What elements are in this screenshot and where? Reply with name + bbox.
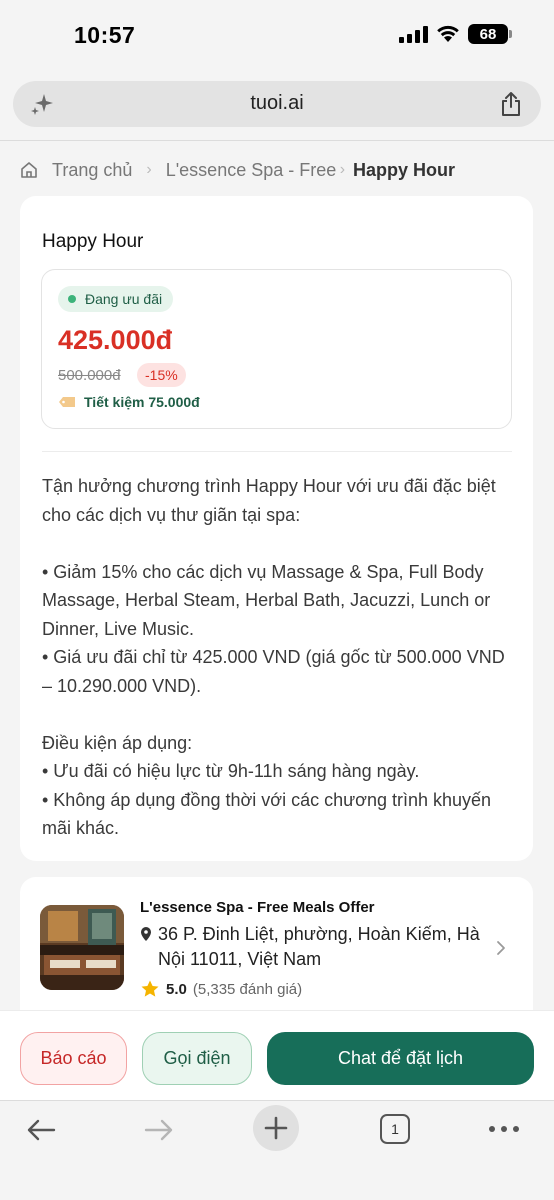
offer-card: Happy Hour Đang ưu đãi 425.000đ 500.000đ… [20,196,533,861]
report-button[interactable]: Báo cáo [20,1032,127,1085]
status-badge-label: Đang ưu đãi [85,291,163,307]
breadcrumb-home[interactable]: Trang chủ [52,160,132,181]
new-tab-button[interactable] [253,1105,299,1151]
url-bar[interactable]: tuoi.ai [13,81,541,127]
savings-text: Tiết kiệm 75.000đ [84,394,200,410]
discount-badge: -15% [137,363,186,387]
tabs-icon[interactable]: 1 [380,1114,410,1144]
status-dot-icon [68,295,76,303]
divider [42,451,512,452]
signal-icon [399,25,428,43]
venue-card[interactable]: L'essence Spa - Free Meals Offer 36 P. Đ… [20,877,533,1012]
divider [0,140,554,141]
chevron-right-icon[interactable] [495,939,507,957]
offer-description: Tận hưởng chương trình Happy Hour với ưu… [42,472,517,843]
pin-icon [141,927,151,941]
savings-row: Tiết kiệm 75.000đ [58,394,200,410]
venue-thumbnail [40,905,124,990]
original-price: 500.000đ [58,367,121,384]
breadcrumb: Trang chủ › L'essence Spa - Free Meals O… [20,157,540,183]
new-tab-icon [264,1116,288,1140]
breadcrumb-current: Happy Hour [353,159,456,180]
url-text[interactable]: tuoi.ai [13,92,541,115]
current-price: 425.000đ [58,325,173,355]
breadcrumb-separator: › [339,161,346,178]
wifi-icon [437,25,459,42]
forward-arrow-icon[interactable] [144,1118,174,1142]
chat-booking-button[interactable]: Chat để đặt lịch [267,1032,534,1085]
more-icon[interactable] [488,1125,520,1133]
back-arrow-icon[interactable] [26,1118,56,1142]
description-line: • Giá ưu đãi chỉ từ 425.000 VND (giá gốc… [42,647,505,696]
price-box: Đang ưu đãi 425.000đ 500.000đ -15% Tiết … [41,269,512,429]
home-icon[interactable] [20,161,38,179]
tag-icon [59,397,75,407]
venue-address: 36 P. Đinh Liệt, phường, Hoàn Kiếm, Hà N… [158,924,480,969]
review-count: (5,335 đánh giá) [192,980,303,998]
venue-name[interactable]: L'essence Spa - Free Meals Offer [140,899,375,916]
battery-icon: 68 [468,24,512,44]
breadcrumb-separator: › [146,161,152,178]
rating-value: 5.0 [166,980,187,998]
status-icons: 68 [399,24,512,44]
status-time: 10:57 [74,22,136,48]
venue-rating: 5.0 (5,335 đánh giá) [140,979,302,999]
action-bar: Báo cáo Gọi điện Chat để đặt lịch [0,1010,554,1100]
browser-toolbar: 1 [0,1100,554,1200]
description-line [42,700,517,729]
description-line: • Ưu đãi có hiệu lực từ 9h-11h sáng hàng… [42,761,420,781]
star-icon [141,980,159,997]
call-button[interactable]: Gọi điện [142,1032,252,1085]
offer-title: Happy Hour [42,231,144,252]
description-line [42,529,517,558]
description-line: Tận hưởng chương trình Happy Hour với ưu… [42,476,496,525]
description-line: Điều kiện áp dụng: [42,732,193,753]
description-line: • Giảm 15% cho các dịch vụ Massage & Spa… [42,561,491,639]
share-icon[interactable] [499,91,523,117]
breadcrumb-spa[interactable]: L'essence Spa - Free Meals Offer [166,160,336,181]
status-bar: 10:57 68 [0,0,554,78]
status-badge: Đang ưu đãi [58,286,174,312]
description-line: • Không áp dụng đồng thời với các chương… [42,789,492,839]
